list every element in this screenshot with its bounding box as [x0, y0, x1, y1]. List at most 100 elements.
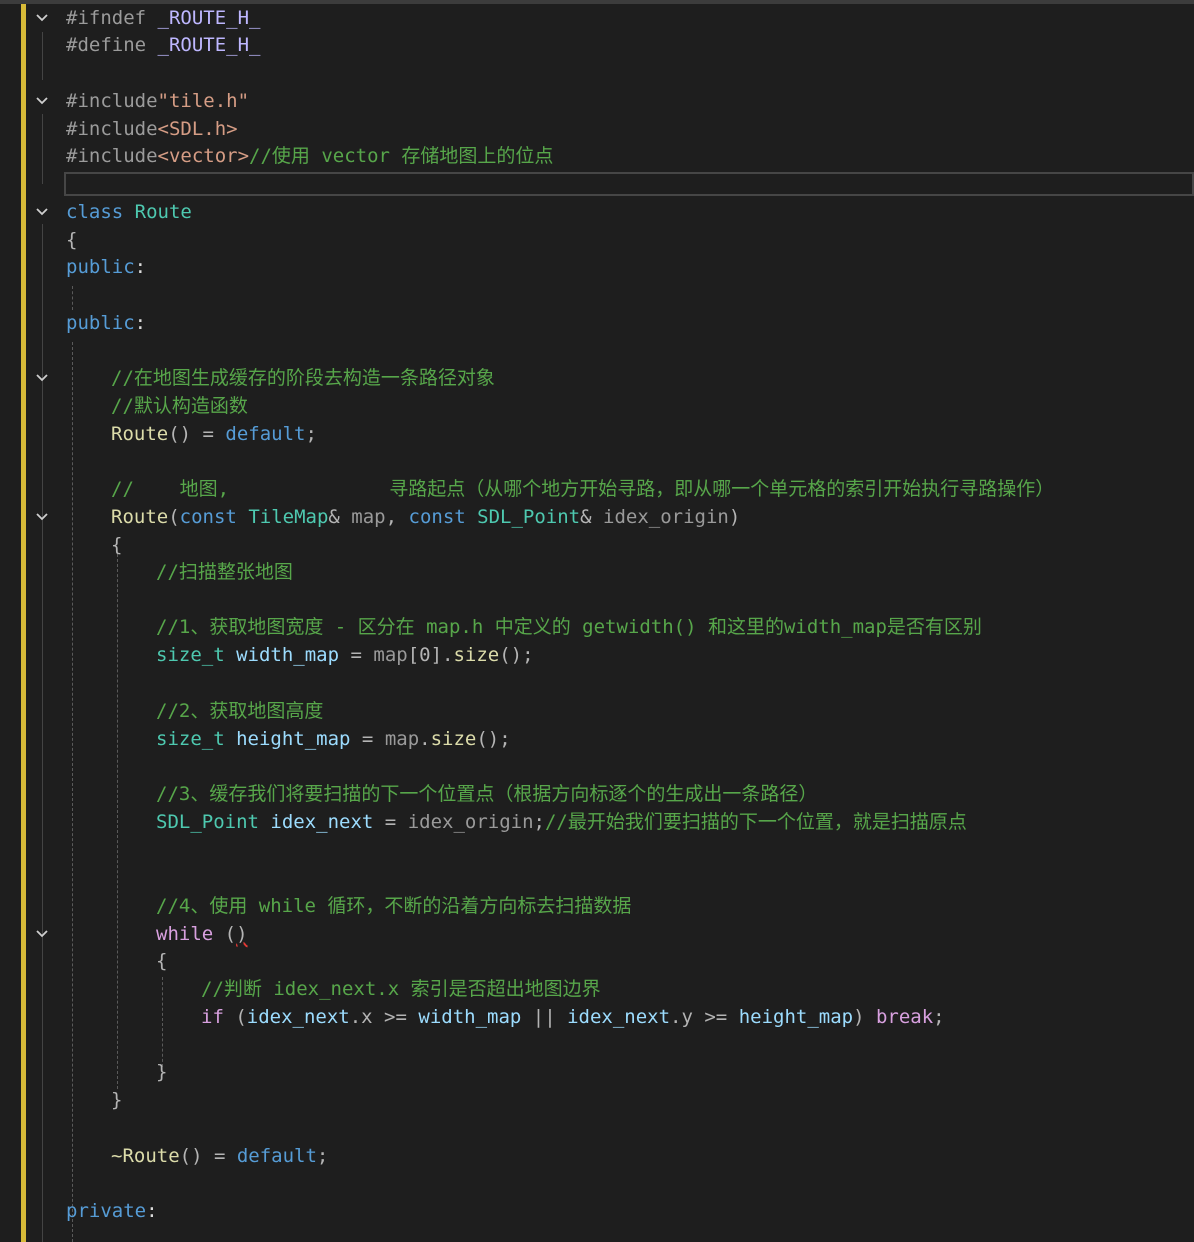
fold-region-line	[42, 389, 43, 425]
variable-name: idex_next	[567, 1006, 671, 1028]
fold-region-line	[42, 32, 43, 80]
code-line[interactable]: {	[111, 532, 122, 559]
code-line[interactable]: Route() = default;	[111, 421, 317, 448]
macro-name: _ROUTE_H_	[146, 34, 261, 56]
variable-name: idex_next	[270, 811, 374, 833]
code-line[interactable]: //在地图生成缓存的阶段去构造一条路径对象	[111, 365, 495, 392]
code-line[interactable]: }	[111, 1087, 122, 1114]
punctuation: &	[580, 506, 603, 528]
code-line[interactable]: #include"tile.h"	[66, 88, 249, 115]
chevron-down-icon[interactable]	[34, 365, 50, 392]
punctuation: ;	[533, 811, 545, 833]
keyword: class	[66, 201, 124, 223]
operator: =	[339, 644, 374, 666]
current-line-highlight	[64, 172, 1194, 196]
operator: .y >=	[670, 1006, 739, 1028]
chevron-down-icon[interactable]	[34, 199, 50, 226]
code-comment: //使用 vector 存储地图上的位点	[249, 145, 554, 167]
code-comment: //2、获取地图高度	[156, 700, 324, 722]
punctuation: ;	[933, 1006, 945, 1028]
variable-name: height_map	[236, 728, 351, 750]
class-name: Route	[134, 201, 192, 223]
brace: {	[66, 229, 78, 251]
type-name: TileMap	[248, 506, 329, 528]
code-line[interactable]: {	[66, 227, 77, 254]
preprocessor-directive: #include	[66, 145, 158, 167]
chevron-down-icon[interactable]	[34, 921, 50, 948]
punctuation: :	[134, 312, 147, 334]
code-line[interactable]: size_t width_map = map[0].size();	[156, 642, 534, 669]
access-specifier: private	[66, 1200, 147, 1222]
code-line[interactable]: //4、使用 while 循环，不断的沿着方向标去扫描数据	[156, 893, 631, 920]
code-comment: //判断 idex_next.x 索引是否超出地图边界	[201, 978, 601, 1000]
code-line[interactable]: #ifndef _ROUTE_H_	[66, 5, 260, 32]
code-line[interactable]: class Route	[66, 199, 192, 226]
code-line[interactable]: //1、获取地图宽度 - 区分在 map.h 中定义的 getwidth() 和…	[156, 614, 982, 641]
include-path: <vector>	[157, 145, 250, 167]
preprocessor-directive: #ifndef	[66, 7, 147, 29]
code-line[interactable]: public:	[66, 310, 146, 337]
code-line[interactable]: {	[156, 948, 167, 975]
code-line[interactable]: //2、获取地图高度	[156, 698, 323, 725]
punctuation: (	[213, 923, 237, 945]
macro-name: _ROUTE_H_	[146, 7, 261, 29]
code-line[interactable]: #define _ROUTE_H_	[66, 32, 260, 59]
punctuation: ();	[499, 644, 534, 666]
code-line[interactable]: public:	[66, 254, 146, 281]
type-name: SDL_Point	[156, 811, 259, 833]
parameter-name: map	[373, 644, 408, 666]
preprocessor-directive: #include	[66, 118, 158, 140]
code-editor[interactable]: #ifndef _ROUTE_H_ #define _ROUTE_H_ #inc…	[0, 4, 1194, 1242]
constructor-name: Route	[111, 506, 169, 528]
type-name: size_t	[156, 644, 225, 666]
keyword: default	[225, 423, 306, 445]
code-line[interactable]: //默认构造函数	[111, 393, 248, 420]
code-line[interactable]: //判断 idex_next.x 索引是否超出地图边界	[201, 976, 601, 1003]
chevron-down-icon[interactable]	[34, 5, 50, 32]
chevron-down-icon[interactable]	[34, 88, 50, 115]
code-comment: //3、缓存我们将要扫描的下一个位置点（根据方向标逐个的生成出一条路径）	[156, 783, 818, 805]
code-line[interactable]: while ()	[156, 921, 248, 948]
punctuation: )	[728, 506, 741, 528]
code-line[interactable]: //扫描整张地图	[156, 559, 293, 586]
code-line[interactable]: }	[156, 1059, 167, 1086]
parameter-name: map	[351, 506, 386, 528]
code-line[interactable]: private:	[66, 1198, 158, 1225]
punctuation: ,	[385, 506, 409, 528]
method-name: size	[430, 728, 477, 750]
code-line[interactable]: if (idex_next.x >= width_map || idex_nex…	[201, 1004, 945, 1031]
code-comment: //扫描整张地图	[156, 561, 293, 583]
punctuation: .	[419, 728, 431, 750]
code-line[interactable]: #include<SDL.h>	[66, 116, 238, 143]
code-line[interactable]: // 地图, 寻路起点（从哪个地方开始寻路，即从哪一个单元格的索引开始执行寻路操…	[111, 476, 1054, 503]
indent-guide	[117, 554, 118, 1089]
code-line[interactable]: //3、缓存我们将要扫描的下一个位置点（根据方向标逐个的生成出一条路径）	[156, 781, 817, 808]
brace: }	[156, 1061, 168, 1083]
code-line[interactable]: ~Route() = default;	[111, 1143, 328, 1170]
chevron-down-icon[interactable]	[34, 504, 50, 531]
brace: }	[111, 1089, 123, 1111]
punctuation: :	[134, 256, 147, 278]
fold-region-line	[42, 945, 43, 1085]
keyword: const	[408, 506, 466, 528]
syntax-error-squiggle[interactable]: )	[236, 923, 247, 945]
code-line[interactable]: size_t height_map = map.size();	[156, 726, 511, 753]
include-path: "tile.h"	[157, 90, 250, 112]
punctuation: (	[223, 1006, 247, 1028]
code-line[interactable]: SDL_Point idex_next = idex_origin;//最开始我…	[156, 809, 967, 836]
code-comment: //在地图生成缓存的阶段去构造一条路径对象	[111, 367, 495, 389]
code-line[interactable]: Route(const TileMap& map, const SDL_Poin…	[111, 504, 740, 531]
operator: .x >=	[349, 1006, 419, 1028]
constructor-name: Route	[111, 423, 169, 445]
punctuation: )	[853, 1006, 876, 1028]
code-line[interactable]: #include<vector>//使用 vector 存储地图上的位点	[66, 143, 553, 170]
punctuation: :	[146, 1200, 158, 1222]
code-comment: // 地图, 寻路起点（从哪个地方开始寻路，即从哪一个单元格的索引开始执行寻路操…	[111, 478, 1055, 500]
operator: =	[350, 728, 385, 750]
preprocessor-directive: #define	[66, 34, 147, 56]
fold-region-line	[42, 114, 43, 184]
